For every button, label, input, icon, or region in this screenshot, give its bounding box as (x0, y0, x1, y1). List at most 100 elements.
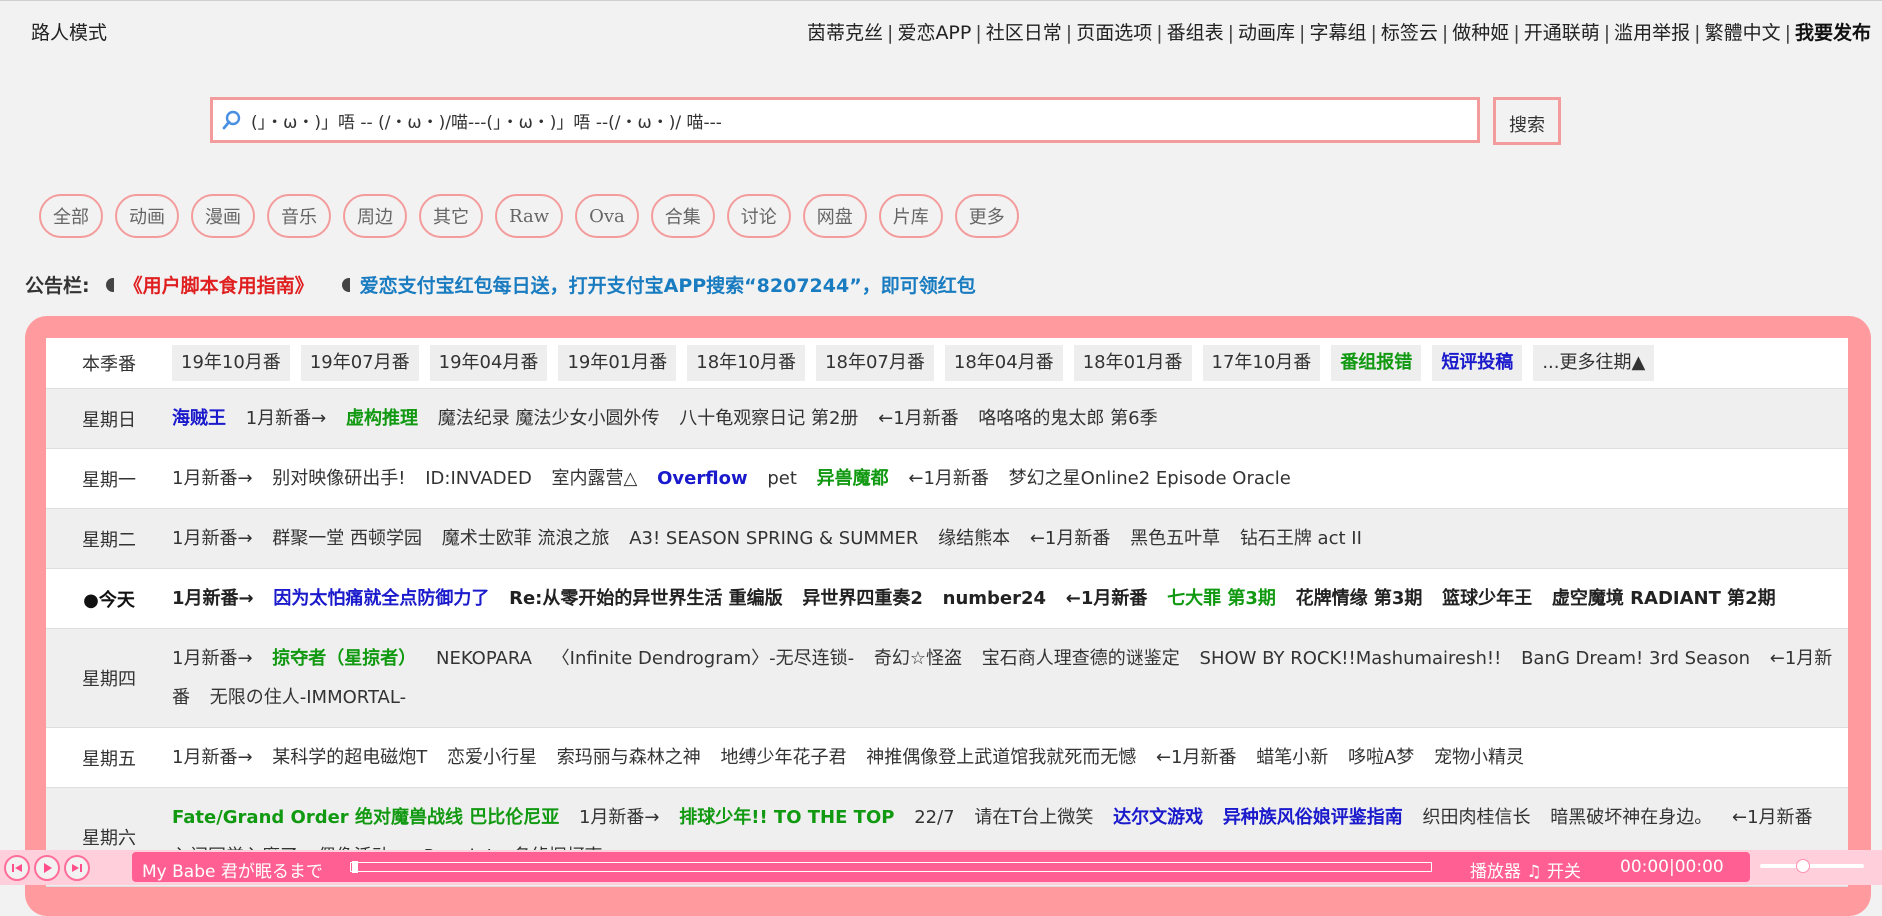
anime-link[interactable]: 恋爱小行星 (447, 747, 537, 768)
anime-link[interactable]: pet (767, 468, 797, 489)
anime-link[interactable]: 异兽魔都 (817, 468, 889, 489)
anime-link[interactable]: 宝石商人理查德的谜鉴定 (982, 648, 1180, 669)
season-chip[interactable]: 19年04月番 (429, 345, 548, 381)
category-button[interactable]: 周边 (343, 194, 407, 238)
season-chip[interactable]: 番组报错 (1331, 345, 1422, 381)
anime-link[interactable]: 〈Infinite Dendrogram〉-无尽连锁- (552, 648, 854, 669)
progress-track[interactable] (350, 862, 1432, 872)
guest-mode-label[interactable]: 路人模式 (31, 18, 107, 45)
season-chip[interactable]: 19年01月番 (558, 345, 677, 381)
anime-link[interactable]: 地缚少年花子君 (720, 747, 846, 768)
category-button[interactable]: 漫画 (191, 194, 255, 238)
nav-link[interactable]: 做种姬 (1452, 22, 1509, 44)
anime-link[interactable]: 22/7 (914, 807, 954, 828)
category-button[interactable]: 更多 (954, 194, 1019, 238)
anime-link[interactable]: number24 (943, 588, 1046, 609)
season-chip[interactable]: 19年10月番 (172, 345, 290, 381)
nav-link[interactable]: 爱恋APP (897, 22, 971, 44)
anime-link[interactable]: 花牌情缘 第3期 (1296, 588, 1423, 609)
anime-link[interactable]: 某科学的超电磁炮T (272, 747, 427, 768)
anime-link[interactable]: Overflow (657, 468, 747, 489)
category-button[interactable]: 音乐 (267, 194, 331, 238)
anime-link[interactable]: ←1月新番 (1156, 747, 1237, 768)
anime-link[interactable]: ←1月新番 (1732, 807, 1813, 828)
anime-link[interactable]: NEKOPARA (436, 648, 532, 669)
category-button[interactable]: 合集 (650, 194, 715, 238)
anime-link[interactable]: 七大罪 第3期 (1167, 588, 1276, 609)
anime-link[interactable]: ←1月新番 (878, 408, 959, 429)
anime-link[interactable]: 魔法纪录 魔法少女小圆外传 (438, 408, 660, 429)
previous-track-button[interactable] (4, 854, 30, 881)
anime-link[interactable]: 异世界四重奏2 (802, 588, 923, 609)
anime-link[interactable]: 排球少年!! TO THE TOP (679, 807, 894, 828)
season-chip[interactable]: 18年04月番 (944, 345, 1063, 381)
anime-link[interactable]: 1月新番→ (246, 408, 327, 429)
category-button[interactable]: Raw (495, 194, 564, 238)
anime-link[interactable]: 索玛丽与森林之神 (557, 747, 701, 768)
anime-link[interactable]: Re:从零开始的异世界生活 重编版 (509, 588, 783, 609)
category-button[interactable]: 全部 (39, 194, 103, 238)
season-chip[interactable]: 18年07月番 (816, 345, 934, 381)
search-input[interactable] (249, 109, 1477, 131)
anime-link[interactable]: BanG Dream! 3rd Season (1521, 648, 1750, 669)
anime-link[interactable]: 请在T台上微笑 (974, 807, 1093, 828)
progress-knob[interactable] (352, 861, 358, 873)
anime-link[interactable]: 蜡笔小新 (1256, 747, 1328, 768)
nav-link[interactable]: 我要发布 (1795, 22, 1871, 44)
category-button[interactable]: 网盘 (802, 194, 867, 238)
category-button[interactable]: 片库 (878, 194, 943, 238)
anime-link[interactable]: 咯咯咯的鬼太郎 第6季 (978, 408, 1157, 429)
anime-link[interactable]: ←1月新番 (1030, 528, 1111, 549)
player-toggle[interactable]: 播放器 ♫ 开关 (1470, 857, 1581, 882)
anime-link[interactable]: 掠夺者（星掠者） (272, 648, 416, 669)
anime-link[interactable]: ←1月新番 (908, 468, 989, 489)
season-chip[interactable]: ...更多往期▲ (1533, 345, 1655, 381)
anime-link[interactable]: 1月新番→ (172, 468, 253, 489)
anime-link[interactable]: 虚空魔境 RADIANT 第2期 (1552, 588, 1776, 609)
anime-link[interactable]: 八十龟观察日记 第2册 (679, 408, 858, 429)
anime-link[interactable]: 1月新番→ (172, 648, 253, 669)
nav-link[interactable]: 开通联萌 (1524, 22, 1600, 44)
season-chip[interactable]: 17年10月番 (1202, 345, 1321, 381)
nav-link[interactable]: 茵蒂克丝 (807, 22, 883, 44)
anime-link[interactable]: 1月新番→ (172, 528, 253, 549)
next-track-button[interactable] (64, 854, 90, 881)
anime-link[interactable]: 宠物小精灵 (1434, 747, 1524, 768)
anime-link[interactable]: 虚构推理 (346, 408, 418, 429)
nav-link[interactable]: 番组表 (1167, 22, 1224, 44)
anime-link[interactable]: 别对映像研出手! (272, 468, 405, 489)
nav-link[interactable]: 字幕组 (1309, 22, 1366, 44)
anime-link[interactable]: 篮球少年王 (1442, 588, 1532, 609)
category-button[interactable]: 动画 (115, 194, 179, 238)
anime-link[interactable]: 暗黑破坏神在身边。 (1550, 807, 1712, 828)
anime-link[interactable]: 奇幻☆怪盗 (874, 648, 962, 669)
season-chip[interactable]: 短评投稿 (1432, 345, 1523, 381)
anime-link[interactable]: 群聚一堂 西顿学园 (272, 528, 422, 549)
anime-link[interactable]: 神推偶像登上武道馆我就死而无憾 (866, 747, 1136, 768)
notice-link-guide[interactable]: 《用户脚本食用指南》 (124, 271, 314, 298)
nav-link[interactable]: 繁體中文 (1705, 22, 1781, 44)
nav-link[interactable]: 标签云 (1381, 22, 1438, 44)
nav-link[interactable]: 动画库 (1238, 22, 1295, 44)
anime-link[interactable]: 魔术士欧菲 流浪之旅 (442, 528, 610, 549)
anime-link[interactable]: 达尔文游戏 (1113, 807, 1203, 828)
anime-link[interactable]: 1月新番→ (172, 588, 254, 609)
volume-knob[interactable] (1796, 859, 1811, 873)
notice-link-alipay[interactable]: 爱恋支付宝红包每日送，打开支付宝APP搜索“8207244”，即可领红包 (360, 271, 976, 298)
anime-link[interactable]: A3! SEASON SPRING & SUMMER (629, 528, 918, 549)
anime-link[interactable]: 室内露营△ (552, 468, 638, 489)
anime-link[interactable]: 钻石王牌 act II (1240, 528, 1362, 549)
anime-link[interactable]: 海贼王 (172, 408, 226, 429)
anime-link[interactable]: 织田肉桂信长 (1423, 807, 1531, 828)
search-button[interactable]: 搜索 (1493, 97, 1561, 145)
category-button[interactable]: Ova (575, 194, 639, 238)
anime-link[interactable]: 因为太怕痛就全点防御力了 (273, 588, 489, 609)
anime-link[interactable]: 哆啦A梦 (1348, 747, 1414, 768)
anime-link[interactable]: 无限の住人-IMMORTAL- (210, 687, 406, 708)
anime-link[interactable]: 缘结熊本 (938, 528, 1010, 549)
anime-link[interactable]: 黑色五叶草 (1130, 528, 1220, 549)
season-chip[interactable]: 19年07月番 (300, 345, 419, 381)
anime-link[interactable]: 1月新番→ (579, 807, 660, 828)
category-button[interactable]: 其它 (419, 194, 483, 238)
nav-link[interactable]: 页面选项 (1076, 22, 1152, 44)
